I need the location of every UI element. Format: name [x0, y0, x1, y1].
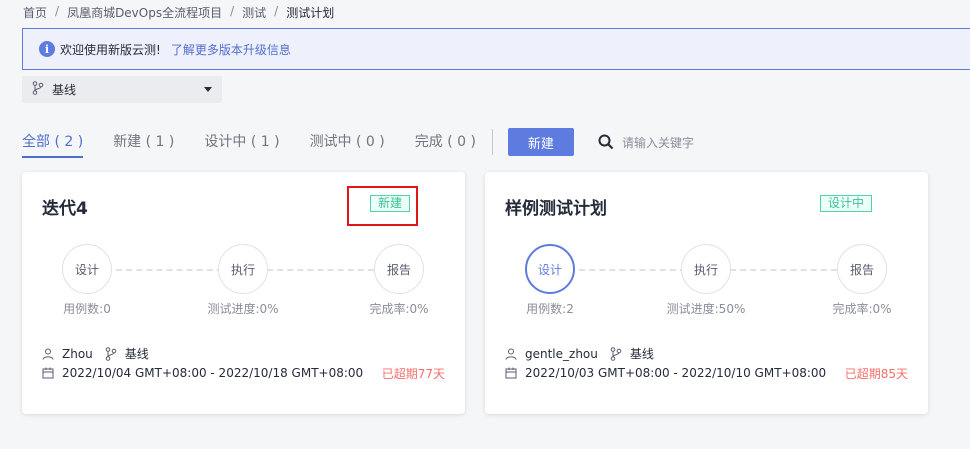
- step-report[interactable]: 报告: [374, 244, 424, 294]
- search-icon: [598, 134, 614, 150]
- chevron-down-icon: [204, 87, 212, 92]
- breadcrumb-separator: /: [55, 4, 60, 18]
- branch-select[interactable]: 基线: [22, 76, 222, 103]
- upgrade-info-link[interactable]: 了解更多版本升级信息: [171, 41, 291, 58]
- notice-banner: i 欢迎使用新版云测! 了解更多版本升级信息: [22, 28, 970, 70]
- step-execute[interactable]: 执行: [681, 244, 731, 294]
- breadcrumb-separator: /: [230, 4, 235, 18]
- search-box[interactable]: 请输入关键字: [598, 134, 694, 151]
- info-icon: i: [39, 41, 55, 57]
- owner-name: gentle_zhou: [525, 346, 598, 361]
- progress-flow: 设计 执行 报告: [62, 244, 428, 294]
- test-plan-card[interactable]: 样例测试计划 设计中 设计 执行 报告 用例数:2 测试进度:50% 完成率:0…: [485, 172, 928, 414]
- breadcrumb-test[interactable]: 测试: [242, 4, 266, 21]
- stat-case-count: 用例数:0: [63, 302, 111, 316]
- date-row: 2022/10/04 GMT+08:00 - 2022/10/18 GMT+08…: [42, 366, 363, 380]
- new-plan-button[interactable]: 新建: [507, 128, 574, 156]
- step-execute[interactable]: 执行: [218, 244, 268, 294]
- notice-text: 欢迎使用新版云测!: [60, 42, 161, 57]
- owner-name: Zhou: [62, 346, 93, 361]
- overdue-label: 已超期77天: [381, 367, 445, 381]
- tab-testing[interactable]: 测试中 ( 0 ): [310, 128, 385, 156]
- card-title[interactable]: 样例测试计划: [505, 194, 607, 219]
- owner-row: Zhou 基线: [42, 345, 149, 362]
- step-design[interactable]: 设计: [525, 244, 575, 294]
- breadcrumb-current: 测试计划: [286, 6, 335, 20]
- stat-test-progress: 测试进度:0%: [207, 302, 279, 316]
- stat-completion: 完成率:0%: [832, 302, 892, 316]
- branch-name: 基线: [124, 347, 149, 361]
- tab-done[interactable]: 完成 ( 0 ): [415, 128, 476, 156]
- card-title[interactable]: 迭代4: [42, 194, 88, 219]
- tab-designing[interactable]: 设计中 ( 1 ): [204, 128, 279, 156]
- user-icon: [42, 348, 54, 360]
- overdue-label: 已超期85天: [844, 367, 908, 381]
- branch-name: 基线: [629, 347, 654, 361]
- breadcrumb: 首页 / 凤凰商城DevOps全流程项目 / 测试 / 测试计划: [23, 4, 334, 21]
- tab-new[interactable]: 新建 ( 1 ): [113, 128, 174, 156]
- tab-all[interactable]: 全部 ( 2 ): [22, 128, 84, 158]
- status-badge: 设计中: [820, 195, 873, 212]
- highlight-box: [347, 186, 418, 226]
- calendar-icon: [505, 367, 517, 379]
- step-design[interactable]: 设计: [62, 244, 112, 294]
- date-row: 2022/10/03 GMT+08:00 - 2022/10/10 GMT+08…: [505, 366, 826, 380]
- stat-completion: 完成率:0%: [369, 302, 429, 316]
- branch-select-value: 基线: [52, 83, 77, 97]
- step-report[interactable]: 报告: [837, 244, 887, 294]
- test-plan-card[interactable]: 迭代4 新建 设计 执行 报告 用例数:0 测试进度:0% 完成率:0% Zho…: [22, 172, 465, 414]
- branch-icon: [105, 346, 117, 361]
- branch-icon: [32, 81, 44, 98]
- stat-case-count: 用例数:2: [526, 302, 574, 316]
- breadcrumb-project[interactable]: 凤凰商城DevOps全流程项目: [67, 4, 222, 21]
- divider: [491, 129, 493, 155]
- owner-row: gentle_zhou 基线: [505, 345, 654, 362]
- progress-flow: 设计 执行 报告: [525, 244, 891, 294]
- date-range: 2022/10/03 GMT+08:00 - 2022/10/10 GMT+08…: [525, 366, 827, 380]
- breadcrumb-separator: /: [274, 4, 279, 18]
- calendar-icon: [42, 367, 54, 379]
- user-icon: [505, 348, 517, 360]
- branch-icon: [610, 346, 622, 361]
- stat-test-progress: 测试进度:50%: [666, 302, 746, 316]
- search-input[interactable]: 请输入关键字: [622, 134, 694, 151]
- filter-bar: 全部 ( 2 ) 新建 ( 1 ) 设计中 ( 1 ) 测试中 ( 0 ) 完成…: [22, 128, 694, 158]
- date-range: 2022/10/04 GMT+08:00 - 2022/10/18 GMT+08…: [62, 366, 364, 380]
- breadcrumb-home[interactable]: 首页: [23, 4, 47, 21]
